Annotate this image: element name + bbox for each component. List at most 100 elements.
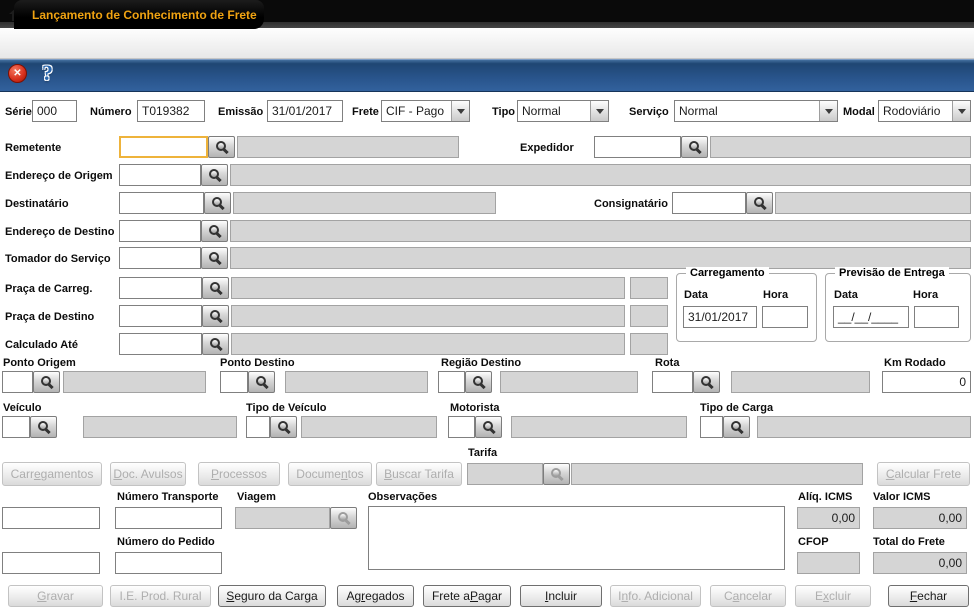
tomador-code-input[interactable]	[119, 247, 201, 269]
calculado-ate-search-button[interactable]	[202, 333, 229, 355]
praca-destino-search-button[interactable]	[202, 305, 229, 327]
incluir-button[interactable]: Incluir	[520, 585, 602, 607]
rota-desc-field	[731, 371, 870, 393]
calculado-ate-desc-field	[231, 333, 625, 355]
unlabeled-input-bottom[interactable]	[2, 552, 100, 574]
destinatario-search-button[interactable]	[204, 192, 231, 214]
tipo-dropdown-arrow-icon[interactable]	[590, 101, 608, 121]
ponto-origem-search-button[interactable]	[33, 371, 60, 393]
calculado-ate-code-input[interactable]	[119, 333, 202, 355]
praca-carreg-code-input[interactable]	[119, 277, 202, 299]
gravar-button[interactable]: Gravar	[8, 585, 103, 607]
praca-carreg-label: Praça de Carreg.	[5, 283, 93, 295]
search-icon	[215, 140, 229, 154]
frete-select[interactable]: CIF - Pago	[381, 100, 470, 122]
excluir-button[interactable]: Ex cluir	[795, 585, 871, 607]
search-icon	[255, 375, 269, 389]
tipo-carga-code-input[interactable]	[700, 416, 723, 438]
agregados-button[interactable]: Ag r egados	[337, 585, 414, 607]
praca-carreg-search-button[interactable]	[202, 277, 229, 299]
servico-select[interactable]: Normal	[674, 100, 838, 122]
rota-label: Rota	[655, 357, 680, 369]
expedidor-search-button[interactable]	[681, 136, 708, 158]
carregamento-data-label: Data	[684, 289, 708, 301]
previsao-entrega-group-title: Previsão de Entrega	[835, 267, 949, 279]
rota-code-input[interactable]	[652, 371, 693, 393]
carregamento-data-input[interactable]: 31/01/2017	[683, 306, 757, 328]
ponto-destino-search-button[interactable]	[248, 371, 275, 393]
frete-dropdown-arrow-icon[interactable]	[451, 101, 469, 121]
buscar-tarifa-button[interactable]: Buscar Tarifa	[376, 462, 462, 486]
numero-pedido-input[interactable]	[115, 552, 222, 574]
search-icon	[208, 224, 222, 238]
ponto-origem-code-input[interactable]	[2, 371, 33, 393]
endereco-destino-code-input[interactable]	[119, 220, 201, 242]
tipo-carga-label: Tipo de Carga	[700, 402, 774, 414]
previsao-hora-input[interactable]	[914, 306, 959, 328]
praca-destino-code-input[interactable]	[119, 305, 202, 327]
seguro-da-carga-button[interactable]: Seguro da Carga	[218, 585, 326, 607]
remetente-search-button[interactable]	[208, 136, 235, 158]
modal-dropdown-arrow-icon[interactable]	[952, 101, 970, 121]
search-icon	[211, 196, 225, 210]
numero-input[interactable]: T019382	[137, 100, 205, 122]
veiculo-search-button[interactable]	[30, 416, 57, 438]
fechar-button[interactable]: Fechar	[888, 585, 969, 607]
processos-button[interactable]: Processos	[198, 462, 280, 486]
tipo-veiculo-code-input[interactable]	[246, 416, 270, 438]
regiao-destino-code-input[interactable]	[438, 371, 465, 393]
carregamento-group-title: Carregamento	[686, 267, 769, 279]
previsao-data-input[interactable]: __/__/____	[833, 306, 909, 328]
praca-destino-uf-field	[630, 305, 668, 327]
aliq-icms-field: 0,00	[797, 507, 860, 529]
endereco-destino-search-button[interactable]	[201, 220, 228, 242]
consignatario-code-input[interactable]	[672, 192, 746, 214]
window-tab[interactable]: Lançamento de Conhecimento de Frete	[14, 0, 264, 29]
modal-select[interactable]: Rodoviário	[878, 100, 971, 122]
endereco-origem-code-input[interactable]	[119, 164, 201, 186]
km-rodado-input[interactable]: 0	[882, 371, 971, 393]
doc-avulsos-button[interactable]: Doc. Avulsos	[110, 462, 186, 486]
serie-input[interactable]: 000	[32, 100, 77, 122]
emissao-input[interactable]: 31/01/2017	[267, 100, 343, 122]
unlabeled-input-top[interactable]	[2, 507, 100, 529]
calcular-frete-button[interactable]: Calcular Frete	[877, 462, 970, 486]
frete-a-pagar-button[interactable]: Frete a Pagar	[423, 585, 511, 607]
numero-transporte-input[interactable]	[115, 507, 222, 529]
regiao-destino-search-button[interactable]	[465, 371, 492, 393]
tarifa-search-button[interactable]	[543, 463, 570, 485]
info-adicional-button[interactable]: In fo. Adicional	[610, 585, 701, 607]
total-frete-field: 0,00	[873, 552, 967, 574]
remetente-code-input[interactable]	[119, 136, 208, 158]
tipo-veiculo-desc-field	[301, 416, 437, 438]
consignatario-search-button[interactable]	[746, 192, 773, 214]
tomador-search-button[interactable]	[201, 247, 228, 269]
ie-prod-rural-button[interactable]: I.E. Prod. Rural	[110, 585, 211, 607]
veiculo-code-input[interactable]	[2, 416, 30, 438]
rota-search-button[interactable]	[693, 371, 720, 393]
ponto-destino-code-input[interactable]	[220, 371, 248, 393]
ponto-origem-desc-field	[63, 371, 206, 393]
endereco-origem-search-button[interactable]	[201, 164, 228, 186]
servico-dropdown-arrow-icon[interactable]	[819, 101, 837, 121]
help-icon[interactable]: ?	[42, 60, 53, 86]
observacoes-textarea[interactable]	[368, 506, 785, 570]
motorista-code-input[interactable]	[448, 416, 475, 438]
motorista-search-button[interactable]	[475, 416, 502, 438]
destinatario-code-input[interactable]	[119, 192, 204, 214]
carregamento-hora-input[interactable]	[762, 306, 808, 328]
documentos-button[interactable]: Docume n tos	[288, 462, 372, 486]
search-icon	[209, 309, 223, 323]
viagem-search-button[interactable]	[330, 507, 357, 529]
tipo-veiculo-search-button[interactable]	[270, 416, 297, 438]
cancelar-button[interactable]: Ca ncelar	[710, 585, 786, 607]
tipo-carga-search-button[interactable]	[723, 416, 750, 438]
search-icon	[700, 375, 714, 389]
veiculo-desc-field	[83, 416, 237, 438]
carregamentos-button[interactable]: Carr e gamentos	[2, 462, 102, 486]
tipo-select[interactable]: Normal	[517, 100, 609, 122]
search-icon	[472, 375, 486, 389]
expedidor-code-input[interactable]	[594, 136, 681, 158]
valor-icms-label: Valor ICMS	[873, 491, 931, 503]
close-icon[interactable]: ✕	[8, 64, 27, 83]
